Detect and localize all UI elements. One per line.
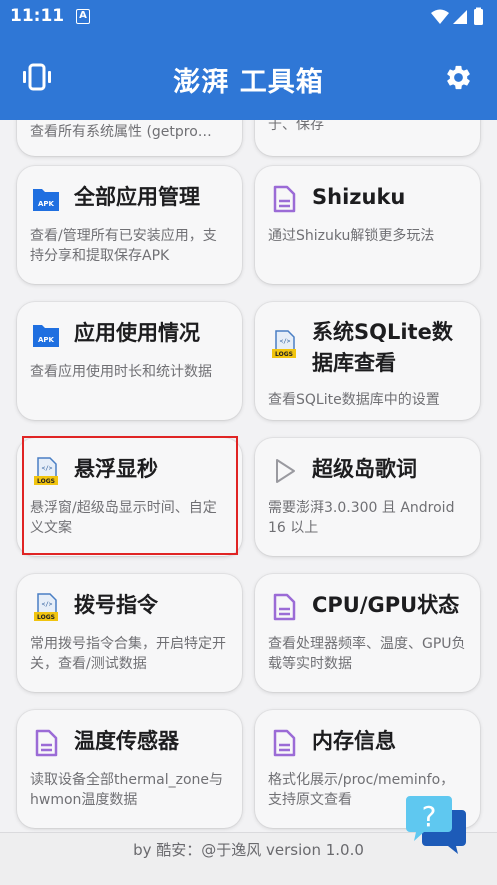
card-title: Shizuku — [312, 185, 406, 209]
card-title: 超级岛歌词 — [312, 457, 417, 481]
card-super-island-lyrics[interactable]: 超级岛歌词 需要澎湃3.0.300 且 Android 16 以上 — [255, 438, 480, 556]
card-desc: 读取设备全部thermal_zone与hwmon温度数据 — [30, 772, 223, 808]
help-question-mark: ? — [422, 800, 437, 833]
apk-label: APK — [38, 336, 55, 344]
logs-file-icon: </> LOGS — [34, 593, 58, 621]
card-temp-sensor[interactable]: 温度传感器 读取设备全部thermal_zone与hwmon温度数据 — [17, 710, 242, 828]
card-partial-right[interactable]: 于、保存 — [255, 120, 480, 156]
svg-text:</>: </> — [280, 338, 291, 345]
card-shizuku[interactable]: Shizuku 通过Shizuku解锁更多玩法 — [255, 166, 480, 284]
card-system-properties[interactable]: 查看所有系统属性 (getpro… — [17, 120, 242, 156]
battery-icon — [474, 9, 483, 25]
card-desc: 通过Shizuku解锁更多玩法 — [268, 228, 435, 244]
svg-text:</>: </> — [42, 601, 53, 608]
card-desc: 于、保存 — [268, 120, 324, 133]
status-time: 11:11 — [10, 6, 65, 26]
app-bar: 澎湃 工具箱 — [0, 34, 497, 120]
play-icon — [276, 459, 295, 483]
help-button[interactable]: ? — [404, 794, 468, 854]
card-title: 温度传感器 — [74, 729, 179, 753]
card-cpu-gpu[interactable]: CPU/GPU状态 查看处理器频率、温度、GPU负载等实时数据 — [255, 574, 480, 692]
card-desc: 查看所有系统属性 (getpro… — [30, 124, 212, 140]
selection-highlight — [22, 436, 238, 555]
document-icon — [273, 185, 296, 213]
card-dial-codes[interactable]: </> LOGS 拨号指令 常用拨号指令合集，开启特定开关，查看/测试数据 — [17, 574, 242, 692]
card-title: 拨号指令 — [74, 593, 158, 617]
card-title: 全部应用管理 — [74, 185, 200, 209]
card-title: 系统SQLite数据库查看 — [312, 320, 453, 375]
document-icon — [273, 593, 296, 621]
card-all-apps[interactable]: APK 全部应用管理 查看/管理所有已安装应用，支持分享和提取保存APK — [17, 166, 242, 284]
status-bar: 11:11 A — [0, 0, 497, 34]
notification-icon: A — [76, 9, 90, 24]
card-title: 应用使用情况 — [74, 321, 200, 345]
logs-file-icon: </> LOGS — [272, 330, 296, 358]
apk-label: APK — [38, 200, 55, 208]
card-desc: 查看处理器频率、温度、GPU负载等实时数据 — [268, 636, 466, 672]
logs-label: LOGS — [275, 351, 293, 358]
card-app-usage[interactable]: APK 应用使用情况 查看应用使用时长和统计数据 — [17, 302, 242, 420]
wifi-icon — [431, 9, 449, 24]
apk-folder-icon: APK — [33, 189, 59, 211]
app-title: 澎湃 工具箱 — [173, 67, 324, 98]
card-desc: 需要澎湃3.0.300 且 Android 16 以上 — [268, 500, 455, 536]
card-desc: 查看/管理所有已安装应用，支持分享和提取保存APK — [30, 228, 217, 264]
card-title: CPU/GPU状态 — [312, 593, 460, 617]
settings-gear-icon[interactable] — [444, 63, 473, 92]
logs-label: LOGS — [37, 614, 55, 621]
card-title: 内存信息 — [312, 729, 396, 753]
document-icon — [273, 729, 296, 757]
document-icon — [35, 729, 58, 757]
status-icons — [431, 7, 483, 25]
signal-icon — [453, 10, 467, 24]
card-sqlite[interactable]: </> LOGS 系统SQLite数据库查看 查看SQLite数据库中的设置 — [255, 302, 480, 420]
card-desc: 查看SQLite数据库中的设置 — [268, 392, 440, 408]
card-desc: 查看应用使用时长和统计数据 — [30, 364, 212, 380]
card-desc: 常用拨号指令合集，开启特定开关，查看/测试数据 — [30, 636, 226, 672]
apk-folder-icon: APK — [33, 325, 59, 347]
